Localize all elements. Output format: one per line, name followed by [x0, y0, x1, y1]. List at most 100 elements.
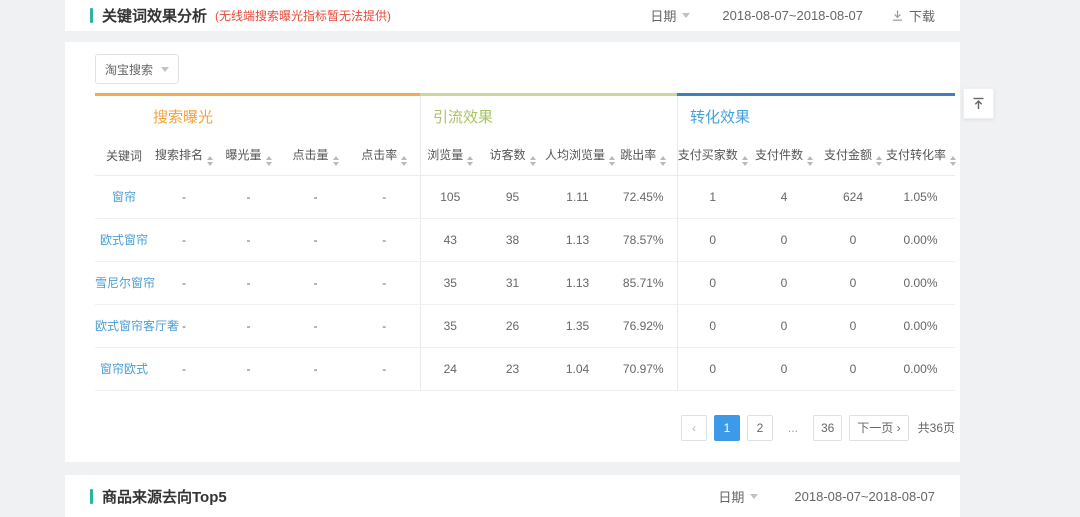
- metric-value: -: [282, 347, 349, 390]
- column-header-keyword: 关键词: [95, 137, 153, 175]
- metric-value: -: [153, 347, 215, 390]
- metric-value: -: [282, 304, 349, 347]
- metric-value: 624: [820, 175, 886, 218]
- keyword-metrics-table: 关键词搜索排名曝光量点击量点击率浏览量访客数人均浏览量跳出率支付买家数支付件数支…: [95, 137, 955, 391]
- back-to-top-button[interactable]: [963, 88, 994, 119]
- metric-value: -: [349, 218, 420, 261]
- section-label: 引流效果: [420, 96, 677, 137]
- metric-value: -: [282, 218, 349, 261]
- column-header[interactable]: 浏览量: [420, 137, 480, 175]
- metric-value: 0: [820, 218, 886, 261]
- sort-icon[interactable]: [401, 156, 407, 166]
- metric-value: -: [349, 175, 420, 218]
- sort-icon[interactable]: [609, 156, 615, 166]
- column-header-label: 支付转化率: [886, 148, 946, 162]
- column-header[interactable]: 跳出率: [610, 137, 677, 175]
- metric-value: 70.97%: [610, 347, 677, 390]
- channel-select[interactable]: 淘宝搜索: [95, 54, 179, 84]
- column-header-label: 跳出率: [620, 148, 656, 162]
- page-button[interactable]: 36: [813, 415, 842, 441]
- metric-value: 85.71%: [610, 261, 677, 304]
- footer-controls: 日期 2018-08-07~2018-08-07: [718, 487, 935, 506]
- date-dropdown[interactable]: 日期: [650, 6, 690, 25]
- prev-page-button[interactable]: ‹: [681, 415, 707, 441]
- metric-value: 35: [420, 304, 480, 347]
- column-header[interactable]: 支付买家数: [677, 137, 748, 175]
- metric-value: 78.57%: [610, 218, 677, 261]
- metric-value: 31: [480, 261, 545, 304]
- metric-value: 0: [820, 261, 886, 304]
- sort-icon[interactable]: [467, 156, 473, 166]
- metric-value: -: [349, 347, 420, 390]
- sort-icon[interactable]: [950, 156, 956, 166]
- column-header-label: 支付买家数: [678, 148, 738, 162]
- section-label: 转化效果: [677, 96, 955, 137]
- column-header-label: 支付金额: [824, 148, 872, 162]
- column-header[interactable]: 支付件数: [748, 137, 820, 175]
- metric-value: 0: [748, 261, 820, 304]
- column-header[interactable]: 搜索排名: [153, 137, 215, 175]
- metric-value: 35: [420, 261, 480, 304]
- pagination: ‹12...36下一页 ›共36页: [95, 415, 955, 441]
- keyword-table-card: 淘宝搜索 搜索曝光引流效果转化效果 关键词搜索排名曝光量点击量点击率浏览量访客数…: [65, 42, 960, 462]
- sort-icon[interactable]: [876, 156, 882, 166]
- column-header[interactable]: 曝光量: [215, 137, 282, 175]
- sort-icon[interactable]: [333, 156, 339, 166]
- metric-value: 105: [420, 175, 480, 218]
- column-header-label: 点击量: [292, 148, 328, 162]
- page-title: 关键词效果分析: [102, 5, 207, 26]
- column-header[interactable]: 人均浏览量: [545, 137, 610, 175]
- metric-value: 26: [480, 304, 545, 347]
- column-header[interactable]: 点击率: [349, 137, 420, 175]
- sort-icon[interactable]: [660, 156, 666, 166]
- column-header-label: 点击率: [361, 148, 397, 162]
- keyword-link[interactable]: 雪尼尔窗帘: [95, 261, 153, 304]
- metric-value: -: [153, 261, 215, 304]
- metric-value: 43: [420, 218, 480, 261]
- keyword-link[interactable]: 窗帘欧式: [95, 347, 153, 390]
- metric-value: 0: [677, 347, 748, 390]
- page-button[interactable]: 2: [747, 415, 773, 441]
- column-header-label: 曝光量: [225, 148, 261, 162]
- back-to-top-icon: [971, 96, 986, 111]
- chevron-down-icon: [750, 494, 758, 499]
- column-header-label: 搜索排名: [155, 148, 203, 162]
- table-row: 窗帘欧式----24231.0470.97%0000.00%: [95, 347, 955, 390]
- column-header-label: 人均浏览量: [545, 148, 605, 162]
- keyword-link[interactable]: 欧式窗帘: [95, 218, 153, 261]
- metric-value: 95: [480, 175, 545, 218]
- column-header[interactable]: 支付金额: [820, 137, 886, 175]
- chevron-down-icon: [161, 67, 169, 72]
- metric-value: -: [215, 261, 282, 304]
- total-pages-text: 共36页: [918, 419, 955, 436]
- column-header[interactable]: 访客数: [480, 137, 545, 175]
- page-button[interactable]: 1: [714, 415, 740, 441]
- metric-value: -: [215, 347, 282, 390]
- metric-value: -: [349, 261, 420, 304]
- sort-icon[interactable]: [207, 156, 213, 166]
- download-button[interactable]: 下载: [891, 6, 935, 25]
- metric-value: 0: [820, 304, 886, 347]
- metric-value: 0.00%: [886, 347, 955, 390]
- keyword-link[interactable]: 窗帘: [95, 175, 153, 218]
- sort-icon[interactable]: [530, 156, 536, 166]
- download-icon: [891, 9, 904, 22]
- metric-value: 0.00%: [886, 304, 955, 347]
- metric-value: -: [153, 175, 215, 218]
- sort-icon[interactable]: [742, 156, 748, 166]
- metric-value: -: [215, 175, 282, 218]
- sort-icon[interactable]: [807, 156, 813, 166]
- keyword-link[interactable]: 欧式窗帘客厅奢: [95, 304, 153, 347]
- column-header[interactable]: 点击量: [282, 137, 349, 175]
- keyword-analysis-header: 关键词效果分析 (无线端搜索曝光指标暂无法提供) 日期 2018-08-07~2…: [65, 0, 960, 31]
- metric-value: 0.00%: [886, 218, 955, 261]
- date-dropdown[interactable]: 日期: [718, 487, 758, 506]
- column-header[interactable]: 支付转化率: [886, 137, 955, 175]
- channel-select-value: 淘宝搜索: [105, 61, 153, 78]
- metric-value: -: [349, 304, 420, 347]
- next-page-button[interactable]: 下一页 ›: [849, 415, 908, 441]
- date-range-value: 2018-08-07~2018-08-07: [722, 8, 863, 23]
- metric-value: 4: [748, 175, 820, 218]
- sort-icon[interactable]: [266, 156, 272, 166]
- column-header-label: 访客数: [489, 148, 525, 162]
